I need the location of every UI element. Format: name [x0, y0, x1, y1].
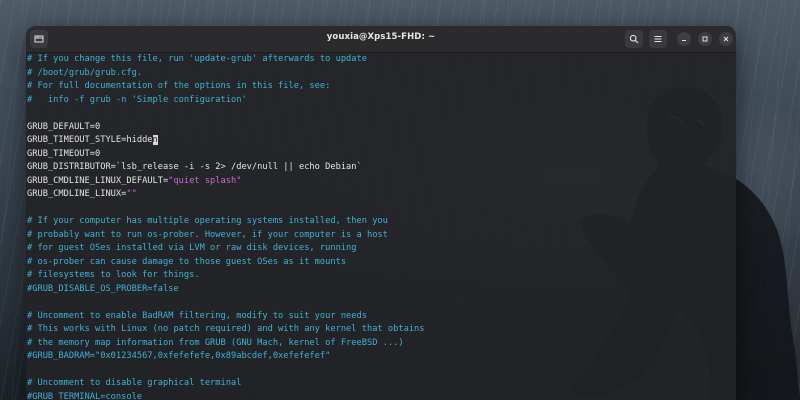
text-cursor: n [152, 135, 158, 145]
comment-text: # Uncomment to disable graphical termina… [27, 378, 242, 388]
comment-text: # Uncomment to enable BadRAM filtering, … [27, 310, 367, 321]
editor-line: # For full documentation of the options … [27, 80, 736, 94]
menu-button[interactable] [649, 30, 667, 48]
title-bar[interactable]: youxia@Xps15-FHD: ~ [26, 26, 736, 53]
editor-text-area[interactable]: # If you change this file, run 'update-g… [26, 53, 736, 400]
editor-line: # This works with Linux (no patch requir… [27, 323, 736, 337]
editor-line: # info -f grub -n 'Simple configuration' [27, 94, 736, 108]
code-text: GRUB_TIMEOUT=0 [27, 148, 101, 159]
comment-text: # For full documentation of the options … [27, 81, 331, 91]
comment-text: # probably want to run os-prober. Howeve… [27, 229, 388, 240]
code-text: GRUB_CMDLINE_LINUX= [27, 189, 127, 199]
comment-text: # This works with Linux (no patch requir… [27, 324, 425, 334]
editor-line: # If your computer has multiple operatin… [27, 215, 736, 229]
editor-line: GRUB_TIMEOUT=0 [27, 148, 736, 162]
editor-line: # /boot/grub/grub.cfg. [27, 67, 736, 81]
editor-line: # If you change this file, run 'update-g… [27, 53, 736, 67]
close-icon [723, 36, 729, 42]
editor-line: #GRUB_TERMINAL=console [27, 391, 736, 400]
hamburger-menu-icon [654, 35, 662, 43]
editor-line: GRUB_DISTRIBUTOR=`lsb_release -i -s 2> /… [27, 161, 736, 175]
comment-text: # /boot/grub/grub.cfg. [27, 67, 143, 78]
minimize-button[interactable] [677, 32, 691, 46]
editor-line: # for guest OSes installed via LVM or ra… [27, 242, 736, 256]
string-literal: "" [126, 189, 137, 199]
editor-line: GRUB_CMDLINE_LINUX_DEFAULT="quiet splash… [27, 175, 736, 189]
code-text: GRUB_DEFAULT=0 [27, 121, 101, 132]
editor-line: # probably want to run os-prober. Howeve… [27, 229, 736, 243]
comment-text: #GRUB_TERMINAL=console [27, 391, 143, 400]
editor-line: GRUB_TIMEOUT_STYLE=hidden [27, 134, 736, 148]
comment-text: #GRUB_BADRAM="0x01234567,0xfefefefe,0x89… [27, 351, 331, 361]
editor-line: #GRUB_DISABLE_OS_PROBER=false [27, 283, 736, 297]
search-icon [629, 34, 639, 44]
comment-text: # info -f grub -n 'Simple configuration' [27, 94, 247, 105]
string-literal: "quiet splash" [168, 175, 242, 186]
comment-text: # the memory map information from GRUB (… [27, 337, 404, 348]
maximize-icon [702, 36, 708, 42]
close-button[interactable] [719, 32, 733, 46]
terminal-window: youxia@Xps15-FHD: ~ # If you change this… [26, 26, 736, 400]
editor-line: # Uncomment to disable graphical termina… [27, 377, 736, 391]
comment-text: #GRUB_DISABLE_OS_PROBER=false [27, 283, 179, 294]
code-text: GRUB_DISTRIBUTOR=`lsb_release -i -s 2> /… [27, 162, 362, 172]
editor-line: # the memory map information from GRUB (… [27, 337, 736, 351]
comment-text: # filesystems to look for things. [27, 270, 200, 280]
editor-line: # os-prober can cause damage to those gu… [27, 256, 736, 270]
editor-line: # filesystems to look for things. [27, 269, 736, 283]
editor-line: # Uncomment to enable BadRAM filtering, … [27, 310, 736, 324]
search-button[interactable] [625, 30, 643, 48]
code-text: GRUB_CMDLINE_LINUX_DEFAULT= [27, 175, 169, 186]
comment-text: # os-prober can cause damage to those gu… [27, 256, 347, 267]
editor-line: GRUB_CMDLINE_LINUX="" [27, 188, 736, 202]
comment-text: # If you change this file, run 'update-g… [27, 54, 367, 64]
comment-text: # for guest OSes installed via LVM or ra… [27, 243, 357, 253]
minimize-icon [682, 39, 686, 42]
comment-text: # If your computer has multiple operatin… [27, 216, 388, 226]
maximize-button[interactable] [698, 32, 712, 46]
code-text: GRUB_TIMEOUT_STYLE=hidde [27, 135, 153, 145]
editor-line: GRUB_DEFAULT=0 [27, 121, 736, 135]
editor-line: #GRUB_BADRAM="0x01234567,0xfefefefe,0x89… [27, 350, 736, 364]
